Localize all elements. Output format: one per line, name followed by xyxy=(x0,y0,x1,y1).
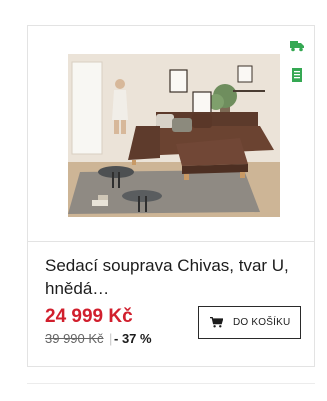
add-to-cart-button[interactable]: DO KOŠÍKU xyxy=(198,306,301,339)
discount-badge: - 37 % xyxy=(114,331,152,346)
product-image-area[interactable] xyxy=(28,26,314,242)
price-separator: | xyxy=(109,331,113,346)
current-price: 24 999 Kč xyxy=(45,306,133,327)
add-to-cart-label: DO KOŠÍKU xyxy=(233,317,291,328)
product-name[interactable]: Sedací souprava Chivas, tvar U, hnědá… xyxy=(45,254,307,300)
truck-icon[interactable] xyxy=(290,38,304,52)
cart-icon xyxy=(210,317,223,328)
old-price: 39 990 Kč xyxy=(45,331,104,346)
product-image[interactable] xyxy=(68,54,280,217)
document-icon[interactable] xyxy=(290,68,304,82)
next-card-border xyxy=(27,383,315,384)
product-card[interactable]: Sedací souprava Chivas, tvar U, hnědá… 2… xyxy=(27,25,315,367)
